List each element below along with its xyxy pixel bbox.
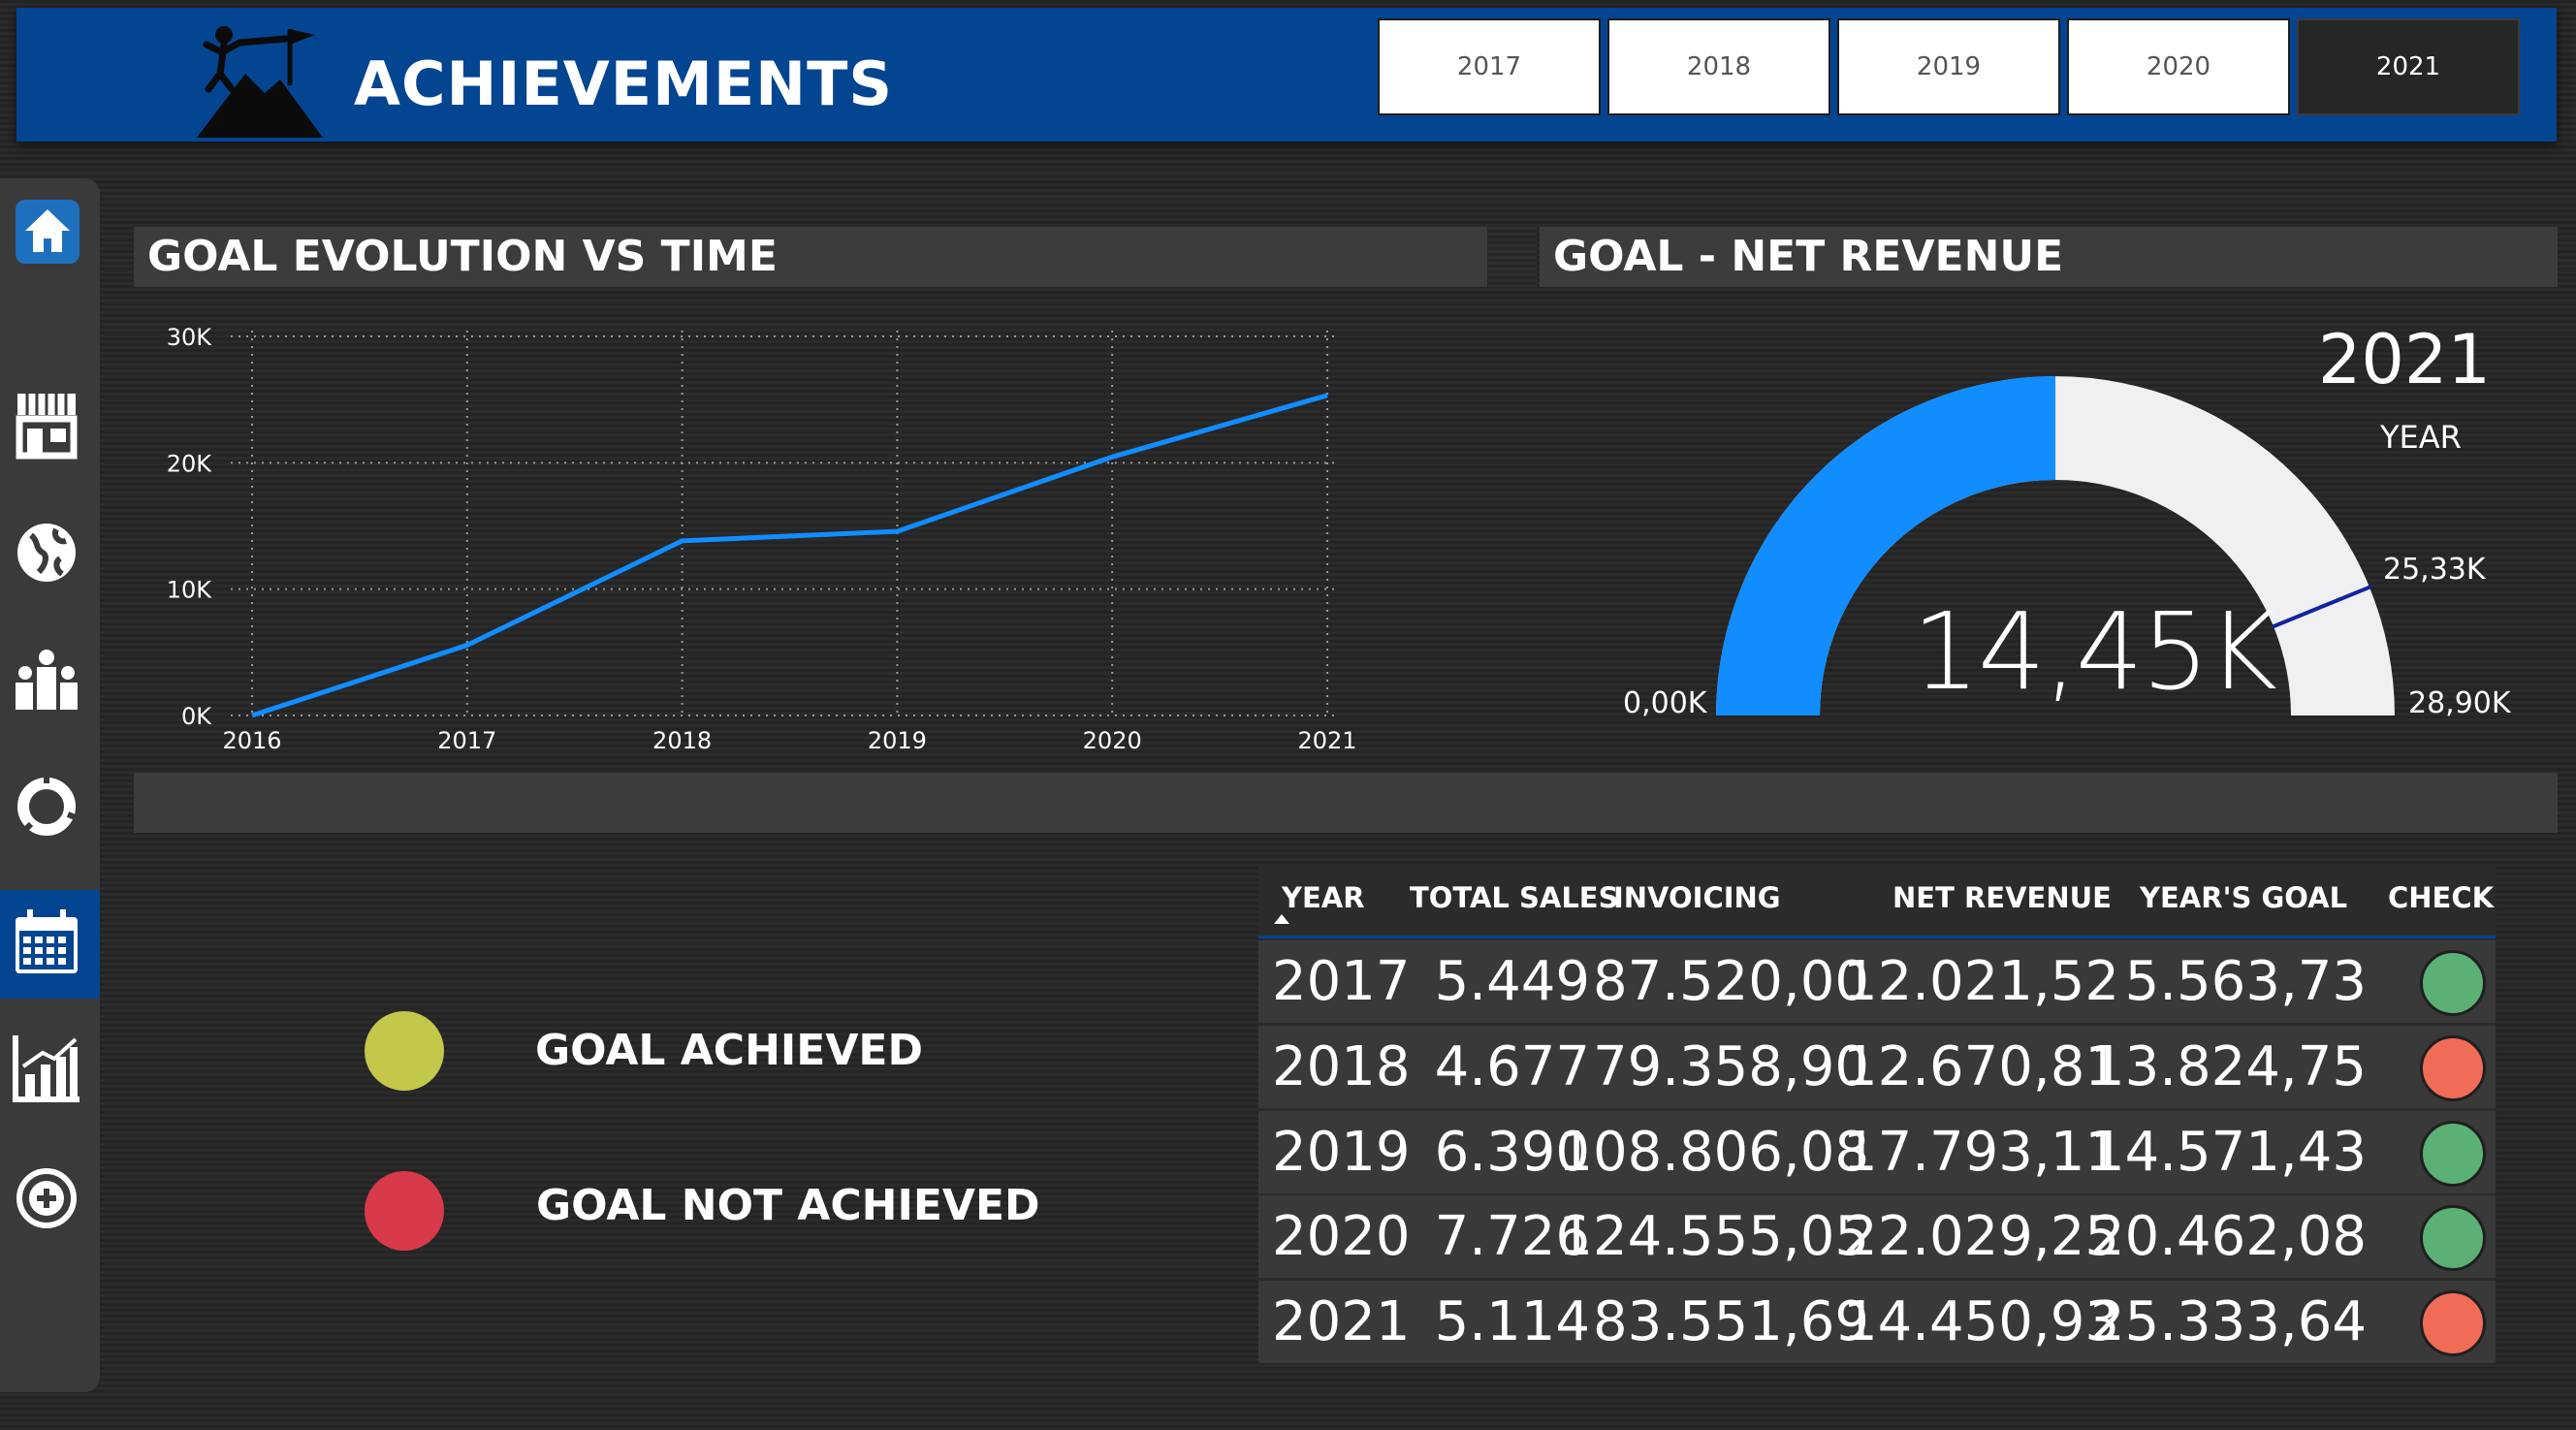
cell-year: 2019 <box>1272 1121 1411 1184</box>
x-tick-label: 2016 <box>222 727 281 754</box>
cell-net-revenue: 12.670,81 <box>1842 1035 2119 1098</box>
cell-years-goal: 13.824,75 <box>2089 1035 2367 1098</box>
goal-evolution-title: GOAL EVOLUTION VS TIME <box>134 227 1487 287</box>
cell-net-revenue: 14.450,93 <box>1842 1290 2119 1353</box>
globe-icon[interactable] <box>10 516 83 589</box>
cell-invoicing: 124.555,05 <box>1558 1205 1869 1268</box>
table-row[interactable]: 2020 7.726 124.555,05 22.029,25 20.462,08 <box>1258 1195 2496 1278</box>
cell-years-goal: 25.333,64 <box>2089 1290 2367 1353</box>
summit-flag-icon <box>197 26 323 138</box>
gauge-target-label: 25,33K <box>2383 553 2486 587</box>
gauge-min-label: 0,00K <box>1623 686 1707 720</box>
x-tick-label: 2021 <box>1297 727 1355 754</box>
goal-achieved-label: GOAL ACHIEVED <box>535 1026 923 1075</box>
x-tick-label: 2018 <box>652 727 712 754</box>
people-icon[interactable] <box>10 644 83 717</box>
section-divider <box>134 773 2558 833</box>
sidebar <box>0 178 100 1392</box>
cell-invoicing: 87.520,00 <box>1592 950 1869 1013</box>
goal-series-line[interactable] <box>251 393 1328 718</box>
check-status-indicator <box>2420 950 2486 1016</box>
x-tick-label: 2019 <box>868 727 927 754</box>
home-icon[interactable] <box>14 198 81 266</box>
year-slicer-2018[interactable]: 2018 <box>1607 18 1830 115</box>
col-header-total-sales[interactable]: TOTAL SALES <box>1410 881 1619 914</box>
table-row[interactable]: 2019 6.390 108.806,08 17.793,11 14.571,43 <box>1258 1111 2496 1193</box>
calendar-icon[interactable] <box>10 906 83 979</box>
cell-years-goal: 14.571,43 <box>2089 1121 2367 1184</box>
check-status-indicator <box>2420 1035 2486 1101</box>
check-status-indicator <box>2420 1290 2486 1356</box>
cell-net-revenue: 17.793,11 <box>1842 1121 2119 1184</box>
x-tick-label: 2017 <box>437 727 496 754</box>
col-header-net-revenue[interactable]: NET REVENUE <box>1892 881 2112 914</box>
year-slicer-2020[interactable]: 2020 <box>2067 18 2290 115</box>
cell-year: 2020 <box>1272 1205 1411 1268</box>
cell-net-revenue: 22.029,25 <box>1842 1205 2119 1268</box>
year-slicer-2019[interactable]: 2019 <box>1837 18 2060 115</box>
col-header-invoicing[interactable]: INVOICING <box>1613 881 1781 914</box>
goal-achieved-dot <box>365 1011 444 1091</box>
col-header-check[interactable]: CHECK <box>2388 881 2494 914</box>
add-circle-icon[interactable] <box>10 1161 83 1235</box>
col-header-year[interactable]: YEAR <box>1282 881 1365 914</box>
cell-invoicing: 79.358,90 <box>1592 1035 1869 1098</box>
page-title: ACHIEVEMENTS <box>354 48 894 119</box>
sort-ascending-icon[interactable] <box>1272 912 1291 926</box>
cell-years-goal: 5.563,73 <box>2124 950 2367 1013</box>
goal-evolution-line-chart: 0K 10K 20K 30K 2016 2017 2018 2019 2020 2021 <box>167 324 1355 754</box>
col-header-years-goal[interactable]: YEAR'S GOAL <box>2140 881 2347 914</box>
store-icon[interactable] <box>10 388 83 461</box>
cell-net-revenue: 12.021,52 <box>1842 950 2119 1013</box>
cell-year: 2018 <box>1272 1035 1411 1098</box>
goal-not-achieved-dot <box>365 1171 444 1251</box>
cell-year: 2021 <box>1272 1290 1411 1353</box>
cell-invoicing: 83.551,69 <box>1592 1290 1869 1353</box>
cell-total-sales: 5.114 <box>1434 1290 1590 1353</box>
yearly-goal-table: YEAR TOTAL SALES INVOICING NET REVENUE Y… <box>1258 866 2496 1363</box>
bar-chart-icon[interactable] <box>10 1032 83 1105</box>
cell-total-sales: 4.677 <box>1434 1035 1590 1098</box>
year-slicer-2021[interactable]: 2021 <box>2297 18 2520 115</box>
gauge-value-label: 14,45K <box>1912 589 2277 714</box>
table-row[interactable]: 2021 5.114 83.551,69 14.450,93 25.333,64 <box>1258 1281 2496 1363</box>
y-tick-label: 0K <box>181 703 212 730</box>
header-underline <box>1258 936 2496 938</box>
donut-chart-icon[interactable] <box>10 770 83 843</box>
cell-total-sales: 5.449 <box>1434 950 1590 1013</box>
check-status-indicator <box>2420 1205 2486 1271</box>
check-status-indicator <box>2420 1121 2486 1187</box>
year-slicer-2017[interactable]: 2017 <box>1378 18 1601 115</box>
goal-not-achieved-label: GOAL NOT ACHIEVED <box>536 1181 1040 1230</box>
y-tick-label: 10K <box>167 577 213 604</box>
y-tick-label: 30K <box>167 324 213 351</box>
gauge-max-label: 28,90K <box>2408 686 2511 720</box>
panel-separator <box>1488 227 1537 287</box>
y-tick-label: 20K <box>167 450 213 477</box>
cell-year: 2017 <box>1272 950 1411 1013</box>
cell-invoicing: 108.806,08 <box>1558 1121 1869 1184</box>
table-row[interactable]: 2017 5.449 87.520,00 12.021,52 5.563,73 <box>1258 940 2496 1023</box>
x-tick-label: 2020 <box>1083 727 1142 754</box>
table-row[interactable]: 2018 4.677 79.358,90 12.670,81 13.824,75 <box>1258 1026 2496 1108</box>
cell-years-goal: 20.462,08 <box>2089 1205 2367 1268</box>
gauge-panel-title: GOAL - NET REVENUE <box>1540 227 2558 287</box>
